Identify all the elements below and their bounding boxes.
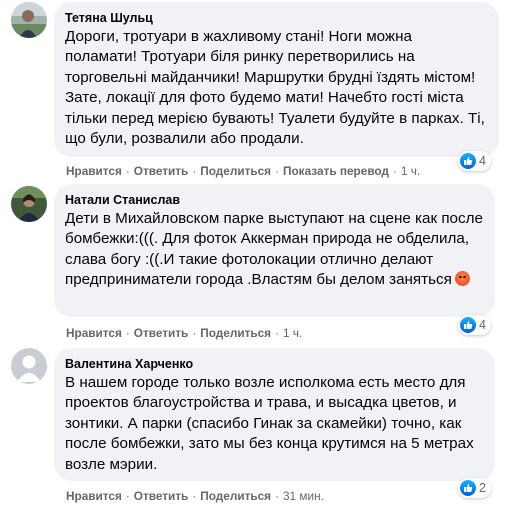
comment-author[interactable]: Тетяна Шульц xyxy=(65,10,487,26)
separator-dot: · xyxy=(125,164,130,178)
reply-button[interactable]: Ответить xyxy=(134,164,189,178)
reply-button[interactable]: Ответить xyxy=(134,489,189,503)
reaction-summary[interactable]: 2 xyxy=(458,478,491,498)
reaction-count: 4 xyxy=(479,318,486,332)
show-translation-button[interactable]: Показать перевод xyxy=(283,164,389,178)
comment-actions: Нравится · Ответить · Поделиться · 31 ми… xyxy=(66,489,324,503)
separator-dot: · xyxy=(275,164,279,178)
comment-text-body: Дети в Михайловском парке выступают на с… xyxy=(65,210,483,289)
comment-timestamp[interactable]: 31 мин. xyxy=(283,489,324,503)
reaction-summary[interactable]: 4 xyxy=(458,315,491,335)
comment-author[interactable]: Валентина Харченко xyxy=(65,356,483,372)
like-button[interactable]: Нравится xyxy=(66,326,122,340)
comment-timestamp[interactable]: 1 ч. xyxy=(283,326,302,340)
separator-dot: · xyxy=(192,164,197,178)
default-avatar-icon xyxy=(11,348,47,384)
separator-dot: · xyxy=(275,326,279,340)
like-button[interactable]: Нравится xyxy=(66,164,122,178)
reply-button[interactable]: Ответить xyxy=(134,326,189,340)
comment-timestamp[interactable]: 1 ч. xyxy=(401,164,420,178)
comment-bubble: Тетяна Шульц Дороги, тротуари в жахливом… xyxy=(54,2,499,157)
angry-face-icon xyxy=(454,271,470,287)
share-button[interactable]: Поделиться xyxy=(200,489,271,503)
separator-dot: · xyxy=(125,326,130,340)
comment-actions: Нравится · Ответить · Поделиться · 1 ч. xyxy=(66,326,302,340)
separator-dot: · xyxy=(275,489,279,503)
avatar[interactable] xyxy=(11,2,47,38)
like-icon xyxy=(460,153,476,169)
comment-bubble: Натали Станислав Дети в Михайловском пар… xyxy=(54,184,495,317)
like-icon xyxy=(460,317,476,333)
comment-text: Дороги, тротуари в жахливому стані! Ноги… xyxy=(65,28,485,148)
separator-dot: · xyxy=(392,164,397,178)
avatar[interactable] xyxy=(11,348,47,384)
avatar-photo-icon xyxy=(11,186,47,222)
comment-bubble: Валентина Харченко В нашем городе только… xyxy=(54,348,495,481)
separator-dot: · xyxy=(192,326,197,340)
reaction-count: 2 xyxy=(479,481,486,495)
separator-dot: · xyxy=(192,489,197,503)
comment-text: В нашем городе только возле исполкома ес… xyxy=(65,374,474,473)
like-button[interactable]: Нравится xyxy=(66,489,122,503)
separator-dot: · xyxy=(125,489,130,503)
avatar-photo-icon xyxy=(11,2,47,38)
comment-actions: Нравится · Ответить · Поделиться · Показ… xyxy=(66,164,420,178)
avatar[interactable] xyxy=(11,186,47,222)
reaction-count: 4 xyxy=(479,154,486,168)
comment-text: Дети в Михайловском парке выступают на с… xyxy=(65,209,483,291)
comment-author[interactable]: Натали Станислав xyxy=(65,192,483,208)
reaction-summary[interactable]: 4 xyxy=(458,151,491,171)
like-icon xyxy=(460,480,476,496)
share-button[interactable]: Поделиться xyxy=(200,326,271,340)
share-button[interactable]: Поделиться xyxy=(200,164,271,178)
